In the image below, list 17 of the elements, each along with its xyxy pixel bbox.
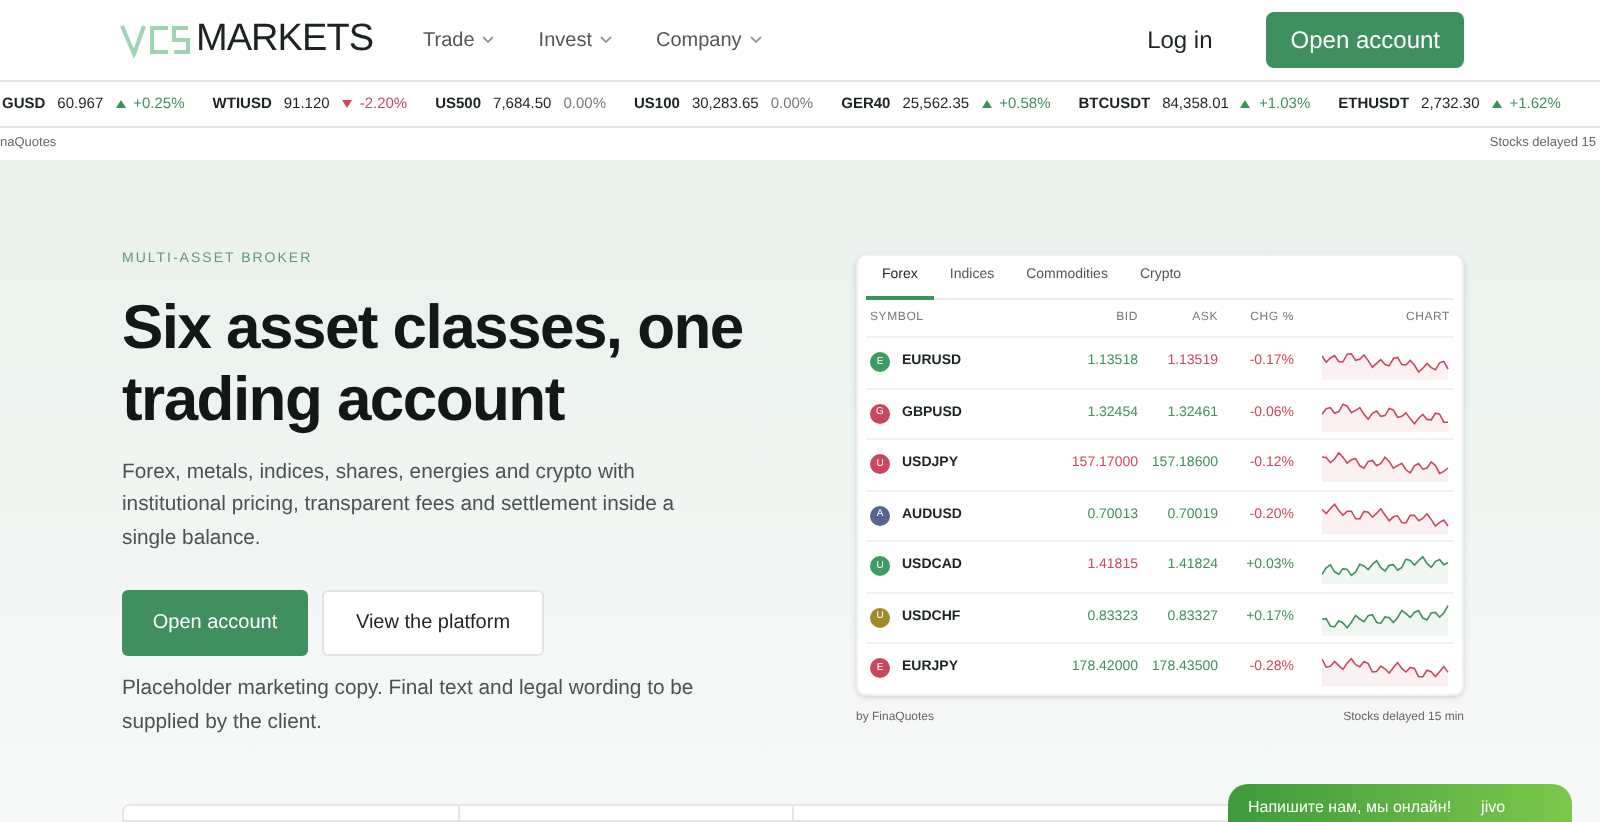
hero-description: Forex, metals, indices, shares, energies and crypto with institutional pricing, transparent fees and settlement inside a single balance.: [122, 459, 677, 553]
open-account-button[interactable]: Open account: [122, 590, 308, 656]
login-link[interactable]: Log in: [1147, 22, 1213, 58]
logo-icon: [120, 22, 192, 58]
nav-link[interactable]: Invest: [538, 25, 612, 55]
brand-text: jivo: [1481, 796, 1506, 820]
nav-link[interactable]: Trade: [423, 25, 495, 55]
view-platform-button[interactable]: View the platform: [322, 590, 544, 656]
hero-title: Six asset classes, one trading account: [122, 291, 745, 435]
logo-text: MARKETS: [196, 15, 374, 64]
chevron-down-icon: [749, 36, 762, 44]
chevron-down-icon: [599, 36, 612, 44]
chat-label: Напишите нам, мы онлайн!: [1248, 796, 1452, 820]
chevron-down-icon: [482, 36, 495, 44]
disclaimer-text: Placeholder marketing copy. Final text and legal wording to be supplied by the client.: [122, 676, 696, 737]
open-account-button[interactable]: Open account: [1266, 12, 1464, 68]
nav-link[interactable]: Company: [655, 25, 762, 55]
